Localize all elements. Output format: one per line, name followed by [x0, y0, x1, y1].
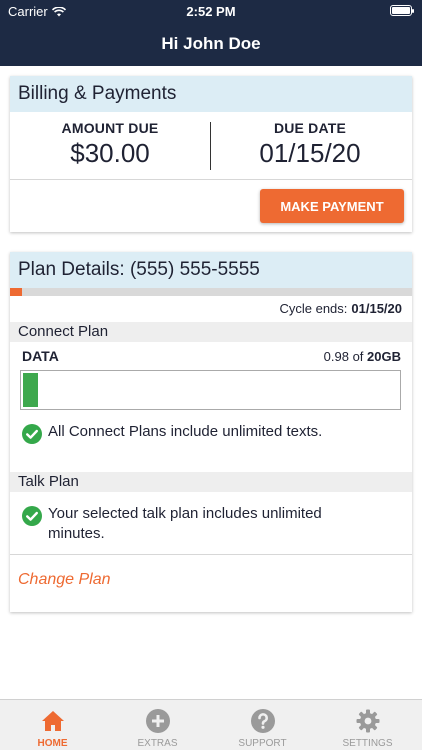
- due-date-label: DUE DATE: [273, 120, 347, 136]
- check-circle-icon: [22, 506, 42, 526]
- cycle-progress-fill: [10, 288, 23, 296]
- talk-feature-text: Your selected talk plan includes unlimit…: [48, 505, 322, 542]
- plan-title: Plan Details: (555) 555-5555: [10, 252, 412, 288]
- due-date-value: 01/15/20: [259, 138, 361, 168]
- data-usage-amount: 0.98 of 20GB: [324, 349, 401, 364]
- amount-due-row: AMOUNT DUE $30.00 DUE DATE 01/15/20: [10, 112, 412, 180]
- tab-extras[interactable]: EXTRAS: [105, 700, 210, 750]
- payment-row: MAKE PAYMENT: [10, 180, 412, 232]
- plan-card: Plan Details: (555) 555-5555 Cycle ends:…: [10, 252, 412, 612]
- data-total: 20GB: [367, 349, 401, 364]
- data-label: DATA: [22, 348, 59, 364]
- change-plan-row: Change Plan: [10, 554, 412, 604]
- gear-icon: [356, 709, 379, 733]
- cycle-ends-value: 01/15/20: [351, 301, 402, 316]
- cycle-ends-label: Cycle ends:: [279, 301, 348, 316]
- change-plan-link[interactable]: Change Plan: [18, 571, 111, 588]
- talk-feature: Your selected talk plan includes unlimit…: [10, 492, 412, 554]
- tab-home-label: HOME: [37, 738, 68, 749]
- cycle-progress-bar: [10, 288, 412, 296]
- connect-plan-header: Connect Plan: [10, 322, 412, 342]
- talk-plan-header: Talk Plan: [10, 472, 412, 492]
- plus-circle-icon: [145, 709, 170, 733]
- tab-extras-label: EXTRAS: [137, 738, 178, 749]
- data-usage-bar: [20, 370, 401, 410]
- app-header: Carrier 2:52 PM Hi John Doe: [0, 0, 422, 66]
- make-payment-button[interactable]: MAKE PAYMENT: [260, 189, 404, 223]
- tab-settings-label: SETTINGS: [342, 738, 393, 749]
- amount-due: AMOUNT DUE $30.00: [10, 120, 210, 169]
- amount-due-value: $30.00: [70, 138, 150, 168]
- tab-bar: HOME EXTRAS SUPPORT SETTINGS: [0, 699, 422, 750]
- connect-feature: All Connect Plans include unlimited text…: [10, 410, 412, 472]
- data-usage-row: DATA 0.98 of 20GB: [10, 342, 412, 370]
- cycle-ends: Cycle ends: 01/15/20: [10, 296, 412, 322]
- check-circle-icon: [22, 424, 42, 444]
- tab-support-label: SUPPORT: [238, 738, 287, 749]
- billing-title: Billing & Payments: [10, 76, 412, 112]
- question-circle-icon: [250, 709, 275, 733]
- tab-settings[interactable]: SETTINGS: [315, 700, 420, 750]
- amount-due-label: AMOUNT DUE: [61, 120, 159, 136]
- data-of: of: [352, 349, 364, 364]
- due-date: DUE DATE 01/15/20: [210, 120, 410, 169]
- billing-card: Billing & Payments AMOUNT DUE $30.00 DUE…: [10, 76, 412, 232]
- battery-icon: [390, 5, 414, 16]
- home-icon: [41, 711, 64, 731]
- status-time: 2:52 PM: [186, 4, 236, 19]
- page-title: Hi John Doe: [161, 34, 261, 53]
- data-usage-fill: [21, 371, 40, 409]
- connect-feature-text: All Connect Plans include unlimited text…: [48, 423, 323, 440]
- data-used: 0.98: [323, 349, 349, 364]
- tab-support[interactable]: SUPPORT: [210, 700, 315, 750]
- tab-home[interactable]: HOME: [0, 700, 105, 750]
- status-bar: Carrier 2:52 PM: [0, 0, 422, 24]
